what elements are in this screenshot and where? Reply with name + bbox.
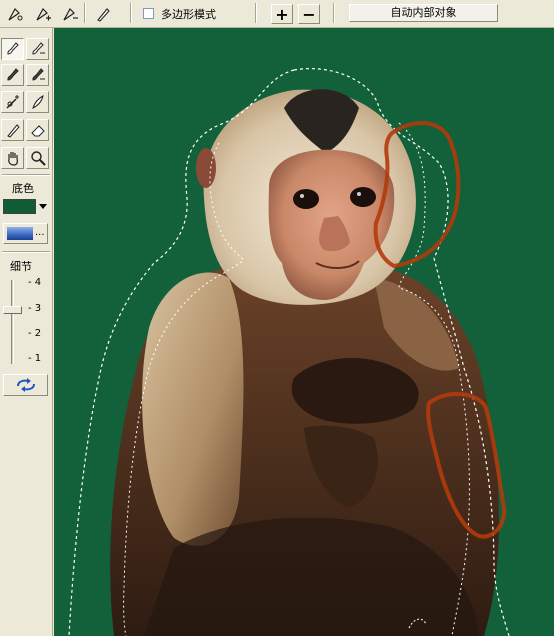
- toolbar-separator: [333, 3, 335, 23]
- background-color-swatch[interactable]: [3, 199, 36, 214]
- fill-erase-icon[interactable]: [26, 64, 49, 86]
- brush-add-icon[interactable]: [1, 64, 24, 86]
- top-toolbar: 多边形模式 + − 自动内部对象: [0, 0, 554, 28]
- detail-tick: - 1: [28, 353, 42, 364]
- lasso-add-icon[interactable]: [31, 3, 55, 25]
- detail-slider-thumb[interactable]: [3, 306, 22, 314]
- panel-divider: [2, 174, 50, 176]
- fill-brush-icon[interactable]: [26, 38, 49, 60]
- image-canvas[interactable]: [54, 28, 554, 636]
- chevron-down-icon[interactable]: [39, 204, 47, 209]
- toolbar-separator: [255, 3, 257, 23]
- pencil-icon[interactable]: [1, 119, 24, 141]
- background-color-label: 底色: [12, 182, 34, 195]
- pen-icon[interactable]: [91, 3, 115, 25]
- background-image-dots: ...: [35, 227, 45, 238]
- brush-icon[interactable]: [1, 38, 24, 60]
- zoom-out-label: −: [302, 4, 316, 24]
- toolbar-separator: [84, 3, 86, 23]
- monkey-photo: [68, 68, 510, 636]
- detail-label: 细节: [10, 260, 32, 273]
- feather-brush-icon[interactable]: [26, 91, 49, 113]
- detail-tick: - 3: [28, 303, 42, 314]
- detail-slider-track[interactable]: [11, 280, 14, 364]
- refresh-arrows-icon: [16, 378, 35, 392]
- detail-tick: - 4: [28, 277, 42, 288]
- polygon-mode-checkbox[interactable]: [143, 8, 154, 19]
- magnifier-icon[interactable]: [26, 147, 49, 169]
- auto-inner-object-button[interactable]: 自动内部对象: [349, 4, 498, 22]
- background-image-button[interactable]: ...: [3, 223, 48, 244]
- wand-icon[interactable]: [1, 91, 24, 113]
- detail-tick: - 2: [28, 328, 42, 339]
- polygon-mode-label: 多边形模式: [161, 8, 216, 21]
- hand-icon[interactable]: [1, 147, 24, 169]
- zoom-in-icon[interactable]: +: [271, 4, 293, 24]
- eraser-icon[interactable]: [26, 119, 49, 141]
- tool-panel: 底色 ... 细节 - 4 - 3 - 2 - 1: [0, 28, 53, 636]
- zoom-out-icon[interactable]: −: [298, 4, 320, 24]
- panel-divider: [2, 251, 50, 253]
- lasso-pen-icon[interactable]: [3, 3, 27, 25]
- refresh-button[interactable]: [3, 374, 48, 396]
- zoom-in-label: +: [275, 4, 289, 24]
- image-thumbnail-icon: [7, 227, 33, 240]
- toolbar-separator: [130, 3, 132, 23]
- lasso-subtract-icon[interactable]: [58, 3, 82, 25]
